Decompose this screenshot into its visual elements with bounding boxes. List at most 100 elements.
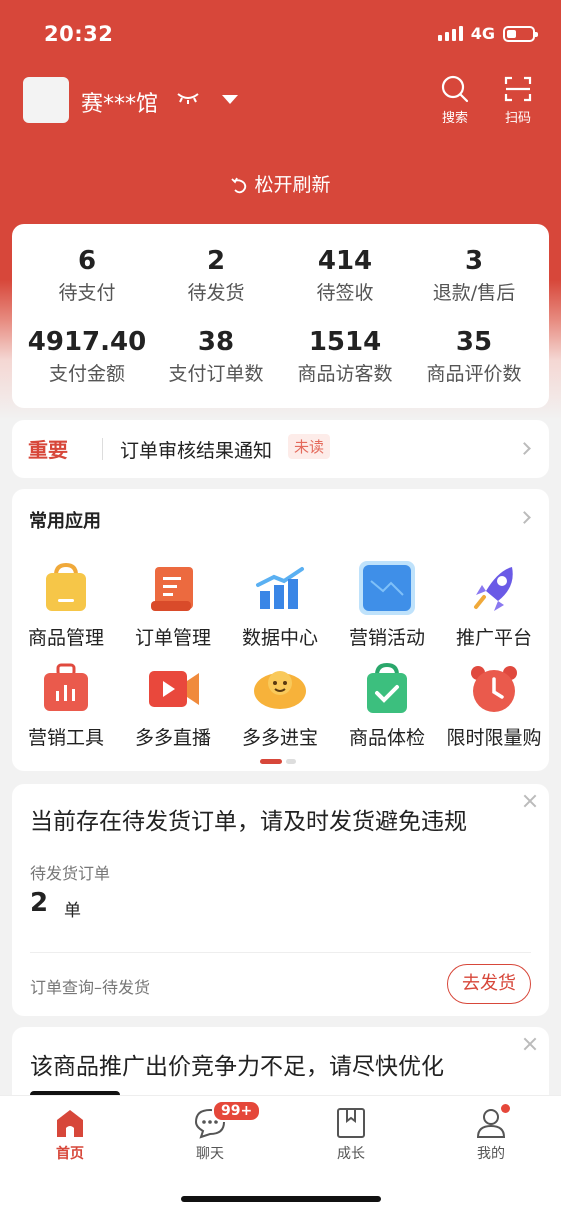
app-label: 商品体检 bbox=[348, 727, 425, 749]
marketing-card-icon bbox=[357, 561, 417, 617]
stat-pending-shipment[interactable]: 2 待发货 bbox=[151, 246, 281, 305]
app-label: 营销活动 bbox=[348, 627, 425, 649]
scan-icon bbox=[504, 76, 532, 102]
notification-dot bbox=[501, 1104, 510, 1113]
stat-value: 1514 bbox=[308, 327, 382, 357]
app-label: 订单管理 bbox=[134, 627, 211, 649]
status-indicators: 4G bbox=[437, 24, 538, 43]
stat-pending-payment[interactable]: 6 待支付 bbox=[22, 246, 152, 305]
scan-label: 扫码 bbox=[504, 111, 531, 126]
shop-name[interactable]: 赛***馆 bbox=[81, 86, 158, 118]
stat-label: 商品访客数 bbox=[297, 363, 393, 385]
app-duoduo-jinbao[interactable]: 多多进宝 bbox=[226, 661, 334, 750]
bar-chart-icon bbox=[250, 561, 310, 617]
tab-chat[interactable]: 99+ 聊天 bbox=[170, 1100, 262, 1163]
stat-value: 414 bbox=[317, 246, 373, 276]
app-flash-sale[interactable]: 限时限量购 bbox=[440, 661, 548, 750]
app-marketing-tools[interactable]: 营销工具 bbox=[12, 661, 120, 750]
stat-label: 待支付 bbox=[58, 282, 116, 304]
tab-home[interactable]: 首页 bbox=[30, 1106, 110, 1163]
pending-orders-label: 待发货订单 bbox=[30, 864, 111, 883]
network-type: 4G bbox=[470, 24, 495, 43]
tab-growth[interactable]: 成长 bbox=[311, 1106, 391, 1163]
search-label: 搜索 bbox=[441, 111, 468, 126]
stat-visitors[interactable]: 1514 商品访客数 bbox=[280, 327, 410, 386]
home-icon bbox=[57, 1110, 83, 1137]
rocket-icon bbox=[464, 561, 524, 617]
app-data-center[interactable]: 数据中心 bbox=[226, 561, 334, 650]
stat-value: 4917.40 bbox=[27, 327, 147, 357]
pending-orders-count: 2 bbox=[30, 888, 49, 918]
shop-avatar[interactable] bbox=[23, 77, 69, 123]
stat-paid-orders[interactable]: 38 支付订单数 bbox=[151, 327, 281, 386]
app-order-management[interactable]: 订单管理 bbox=[119, 561, 227, 650]
check-bag-icon bbox=[357, 661, 417, 717]
apps-title: 常用应用 bbox=[29, 511, 101, 532]
stat-label: 待签收 bbox=[316, 282, 374, 304]
refresh-text: 松开刷新 bbox=[254, 174, 331, 196]
eye-closed-icon[interactable] bbox=[176, 90, 200, 106]
stat-label: 支付订单数 bbox=[168, 363, 264, 385]
unread-count-badge: 99+ bbox=[212, 1100, 262, 1122]
stat-value: 38 bbox=[197, 327, 235, 357]
scan-button[interactable]: 扫码 bbox=[493, 74, 543, 126]
stat-pending-receipt[interactable]: 414 待签收 bbox=[280, 246, 410, 305]
pending-shipment-card: 当前存在待发货订单，请及时发货避免违规 待发货订单 2 单 订单查询–待发货 去… bbox=[12, 784, 549, 1016]
pending-orders-unit: 单 bbox=[64, 901, 81, 921]
stat-refund[interactable]: 3 退款/售后 bbox=[409, 246, 539, 305]
app-product-management[interactable]: 商品管理 bbox=[12, 561, 120, 650]
search-icon bbox=[441, 75, 469, 103]
stat-payment-amount[interactable]: 4917.40 支付金额 bbox=[22, 327, 152, 386]
stats-card: 6 待支付 2 待发货 414 待签收 3 退款/售后 4917.40 支付金额… bbox=[12, 224, 549, 408]
stat-label: 退款/售后 bbox=[432, 282, 516, 304]
app-label: 营销工具 bbox=[27, 727, 104, 749]
app-promotion-platform[interactable]: 推广平台 bbox=[440, 561, 548, 650]
tab-label: 我的 bbox=[477, 1146, 505, 1162]
signal-icon bbox=[437, 26, 463, 41]
search-button[interactable]: 搜索 bbox=[430, 74, 480, 126]
app-label: 多多直播 bbox=[134, 727, 211, 749]
ship-now-button[interactable]: 去发货 bbox=[447, 964, 531, 1004]
common-apps-card: 常用应用 商品管理 订单管理 数据中心 营销活动 推广平台 营销工具 多多直播 … bbox=[12, 489, 549, 771]
video-play-icon bbox=[143, 661, 203, 717]
treasure-icon bbox=[250, 661, 310, 717]
page-indicator bbox=[260, 759, 296, 764]
alarm-clock-icon bbox=[464, 661, 524, 717]
close-icon[interactable] bbox=[523, 1037, 537, 1051]
close-icon[interactable] bbox=[523, 794, 537, 808]
app-label: 多多进宝 bbox=[241, 727, 318, 749]
order-query-link[interactable]: 订单查询–待发货 bbox=[30, 974, 150, 998]
home-indicator bbox=[181, 1196, 381, 1202]
divider bbox=[102, 438, 103, 460]
tab-me[interactable]: 我的 bbox=[451, 1104, 531, 1163]
shop-switch-caret-icon[interactable] bbox=[222, 95, 238, 104]
app-marketing-activity[interactable]: 营销活动 bbox=[333, 561, 441, 650]
tab-label: 首页 bbox=[56, 1146, 84, 1162]
stat-value: 6 bbox=[77, 246, 97, 276]
important-notice[interactable]: 重要 订单审核结果通知 未读 bbox=[12, 420, 549, 478]
tab-label: 聊天 bbox=[196, 1146, 224, 1162]
app-label: 商品管理 bbox=[27, 627, 104, 649]
stat-value: 2 bbox=[206, 246, 226, 276]
unread-badge: 未读 bbox=[288, 434, 331, 459]
shop-header: 赛***馆 搜索 扫码 bbox=[0, 70, 561, 130]
stat-value: 35 bbox=[455, 327, 493, 357]
stat-reviews[interactable]: 35 商品评价数 bbox=[409, 327, 539, 386]
notice-tag: 重要 bbox=[28, 438, 68, 462]
toolbox-icon bbox=[36, 661, 96, 717]
stat-value: 3 bbox=[464, 246, 484, 276]
battery-icon bbox=[503, 25, 538, 42]
apps-more-chevron-icon[interactable] bbox=[518, 511, 531, 524]
chevron-right-icon bbox=[518, 442, 531, 455]
app-live-stream[interactable]: 多多直播 bbox=[119, 661, 227, 750]
book-icon bbox=[337, 1108, 365, 1138]
app-label: 推广平台 bbox=[455, 627, 532, 649]
page-dot-active bbox=[260, 759, 282, 764]
status-bar: 20:32 4G bbox=[0, 0, 561, 70]
promotion-headline: 该商品推广出价竞争力不足，请尽快优化 bbox=[30, 1054, 444, 1080]
app-product-checkup[interactable]: 商品体检 bbox=[333, 661, 441, 750]
status-time: 20:32 bbox=[44, 22, 114, 46]
shopping-bag-icon bbox=[36, 561, 96, 617]
stat-label: 商品评价数 bbox=[426, 363, 522, 385]
stat-label: 支付金额 bbox=[48, 363, 125, 385]
